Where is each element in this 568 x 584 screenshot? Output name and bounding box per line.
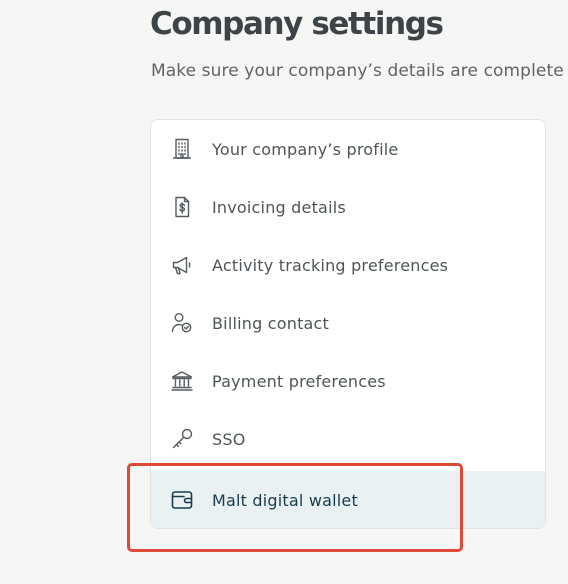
menu-item-company-profile[interactable]: Your company’s profile [151,120,545,178]
menu-item-label: Invoicing details [212,197,346,217]
page-title: Company settings [150,6,444,42]
page-subtitle: Make sure your company’s details are com… [151,61,564,81]
megaphone-icon [170,253,194,277]
menu-item-label: Payment preferences [212,371,386,391]
menu-item-invoicing-details[interactable]: Invoicing details [151,178,545,236]
settings-menu: Your company’s profile Invoicing details… [150,119,546,529]
building-icon [170,137,194,161]
menu-item-sso[interactable]: SSO [151,410,545,468]
menu-item-activity-tracking[interactable]: Activity tracking preferences [151,236,545,294]
menu-item-label: Billing contact [212,313,330,333]
key-icon [170,427,194,451]
bank-icon [170,369,194,393]
menu-item-label: Malt digital wallet [212,490,358,510]
menu-item-payment-preferences[interactable]: Payment preferences [151,352,545,410]
user-check-icon [170,311,194,335]
menu-item-label: Activity tracking preferences [212,255,449,275]
wallet-icon [170,488,194,512]
menu-item-label: Your company’s profile [212,139,399,159]
invoice-icon [170,195,194,219]
menu-item-label: SSO [212,429,246,449]
menu-item-digital-wallet[interactable]: Malt digital wallet [151,471,545,528]
menu-item-billing-contact[interactable]: Billing contact [151,294,545,352]
